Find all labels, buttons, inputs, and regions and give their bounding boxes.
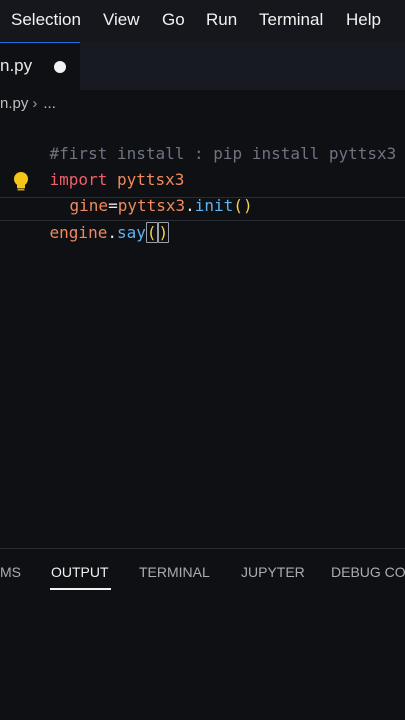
- panel-tab-bar: MS OUTPUT TERMINAL JUPYTER DEBUG CO: [0, 549, 405, 599]
- open-paren-token: (: [145, 222, 158, 243]
- tab-terminal[interactable]: TERMINAL: [139, 564, 210, 580]
- menu-help[interactable]: Help: [346, 10, 381, 30]
- active-tab-indicator: [50, 588, 111, 590]
- code-line-4: engine.say(): [11, 197, 170, 243]
- menu-go[interactable]: Go: [162, 10, 185, 30]
- dot-token: .: [185, 196, 195, 215]
- breadcrumb-more[interactable]: ...: [43, 95, 56, 112]
- lightbulb-icon[interactable]: [12, 171, 30, 193]
- tab-jupyter[interactable]: JUPYTER: [241, 564, 305, 580]
- close-paren-token: ): [157, 222, 170, 243]
- menu-run[interactable]: Run: [206, 10, 237, 30]
- function-token: init: [194, 196, 234, 215]
- code-line-1: #first install : pip install pyttsx3: [11, 118, 397, 163]
- breadcrumb-separator: ›: [32, 95, 38, 112]
- code-editor[interactable]: #first install : pip install pyttsx3 imp…: [0, 118, 405, 548]
- code-line-2: import pyttsx3: [11, 144, 185, 189]
- tab-problems[interactable]: MS: [0, 564, 21, 580]
- breadcrumb: n.py ›...: [0, 95, 56, 115]
- editor-tab-bar: n.py: [0, 42, 405, 90]
- variable-token: engine: [49, 223, 108, 242]
- menu-view[interactable]: View: [103, 10, 140, 30]
- tab-filename: n.py: [0, 56, 33, 75]
- breadcrumb-file[interactable]: n.py: [0, 95, 28, 112]
- menu-terminal[interactable]: Terminal: [259, 10, 323, 30]
- code-line-3: gine=pyttsx3.init(): [31, 170, 253, 215]
- tab-debug-console[interactable]: DEBUG CO: [331, 564, 405, 580]
- dot-token: .: [107, 223, 117, 242]
- tab-output[interactable]: OUTPUT: [51, 564, 109, 580]
- paren-token: (): [233, 196, 253, 215]
- menu-bar: Selection View Go Run Terminal Help: [0, 0, 405, 42]
- menu-selection[interactable]: Selection: [11, 10, 81, 30]
- unsaved-dot-icon[interactable]: [54, 61, 66, 73]
- editor-tab-active[interactable]: n.py: [0, 42, 80, 90]
- function-token: say: [116, 223, 146, 242]
